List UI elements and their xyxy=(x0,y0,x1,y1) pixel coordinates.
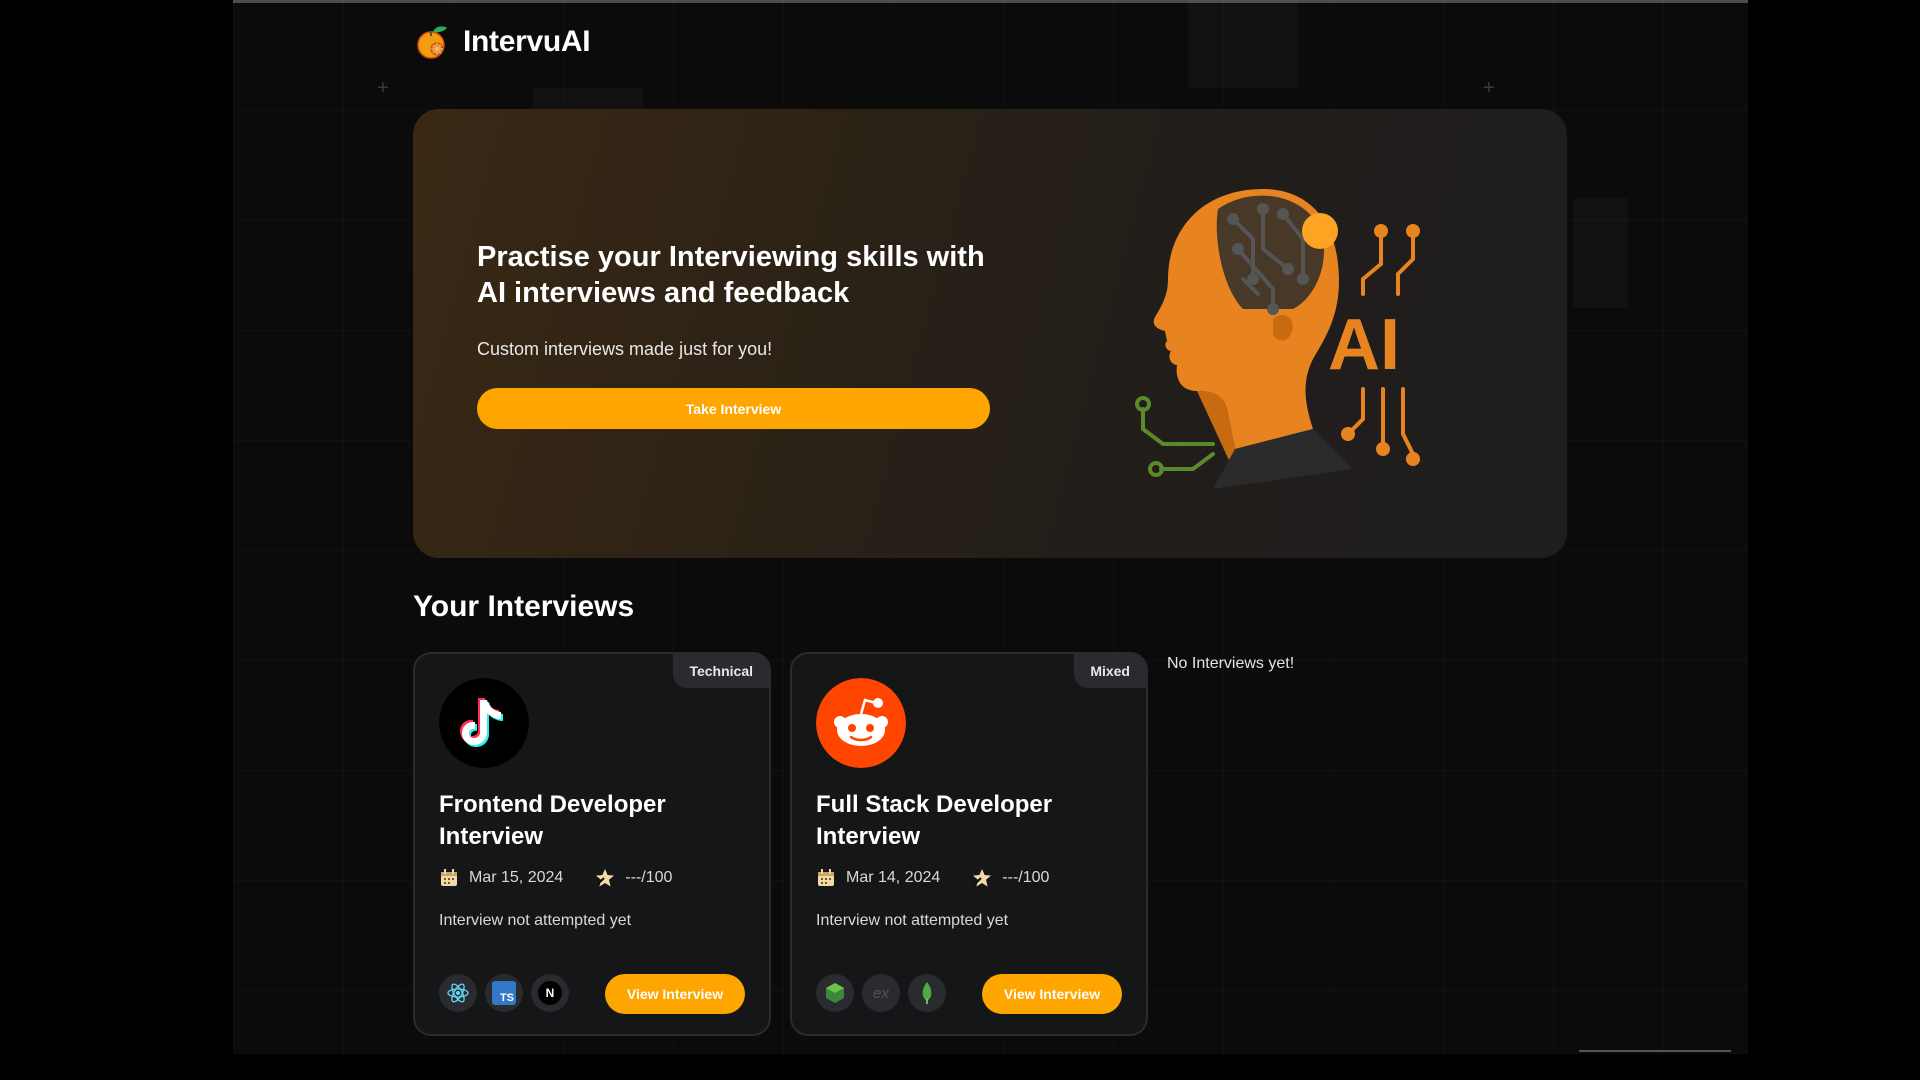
interview-score: ---/100 xyxy=(625,869,673,886)
section-title: Your Interviews xyxy=(413,590,635,623)
interview-type-badge: Technical xyxy=(673,654,769,688)
empty-state-text: No Interviews yet! xyxy=(1167,655,1295,672)
typescript-label: TS xyxy=(492,981,516,1005)
ai-head-illustration: AI xyxy=(1135,189,1420,489)
take-interview-button[interactable]: Take Interview xyxy=(477,388,990,429)
hero-subtitle: Custom interviews made just for you! xyxy=(477,339,773,359)
plus-mark: + xyxy=(1483,77,1495,99)
nextjs-icon: N xyxy=(531,974,569,1012)
tech-stack: TS N xyxy=(439,974,569,1012)
grid-tile xyxy=(1573,198,1628,308)
tiktok-logo-icon xyxy=(439,678,529,768)
interview-meta: Mar 14, 2024 ---/100 xyxy=(816,868,1049,888)
grid-tile xyxy=(1188,0,1298,88)
tech-stack: ex xyxy=(816,974,946,1012)
interview-date: Mar 14, 2024 xyxy=(846,869,941,886)
scrollbar[interactable] xyxy=(1579,1050,1731,1052)
nextjs-label: N xyxy=(538,981,562,1005)
typescript-icon: TS xyxy=(485,974,523,1012)
brand-name: IntervuAI xyxy=(463,25,591,58)
mongodb-icon xyxy=(908,974,946,1012)
interview-meta: Mar 15, 2024 ---/100 xyxy=(439,868,672,888)
interview-card: Mixed Full Stack Developer Interview Mar… xyxy=(790,652,1148,1036)
express-icon: ex xyxy=(862,974,900,1012)
react-icon xyxy=(439,974,477,1012)
plus-mark: + xyxy=(377,77,389,99)
interview-status: Interview not attempted yet xyxy=(439,912,632,929)
interview-title: Full Stack Developer Interview xyxy=(816,791,1053,850)
brand[interactable]: IntervuAI xyxy=(413,22,591,62)
app-page: + + IntervuAI Practise your Interviewing… xyxy=(233,0,1748,1054)
interview-date: Mar 15, 2024 xyxy=(469,869,564,886)
nodejs-icon xyxy=(816,974,854,1012)
interview-card: Technical Frontend Developer Interview M… xyxy=(413,652,771,1036)
calendar-icon xyxy=(818,869,834,886)
star-icon xyxy=(596,869,615,887)
view-interview-button[interactable]: View Interview xyxy=(605,974,745,1014)
interview-title: Frontend Developer Interview xyxy=(439,791,666,850)
reddit-logo-icon xyxy=(816,678,906,768)
interview-score: ---/100 xyxy=(1002,869,1050,886)
interview-status: Interview not attempted yet xyxy=(816,912,1009,929)
hero-title: Practise your Interviewing skills with A… xyxy=(477,241,985,309)
ai-text: AI xyxy=(1328,305,1400,385)
hero-banner: Practise your Interviewing skills with A… xyxy=(413,109,1567,558)
star-icon xyxy=(973,869,992,887)
calendar-icon xyxy=(441,869,457,886)
view-interview-button[interactable]: View Interview xyxy=(982,974,1122,1014)
interview-type-badge: Mixed xyxy=(1074,654,1146,688)
orange-fruit-icon xyxy=(417,26,447,59)
express-label: ex xyxy=(873,984,889,1002)
